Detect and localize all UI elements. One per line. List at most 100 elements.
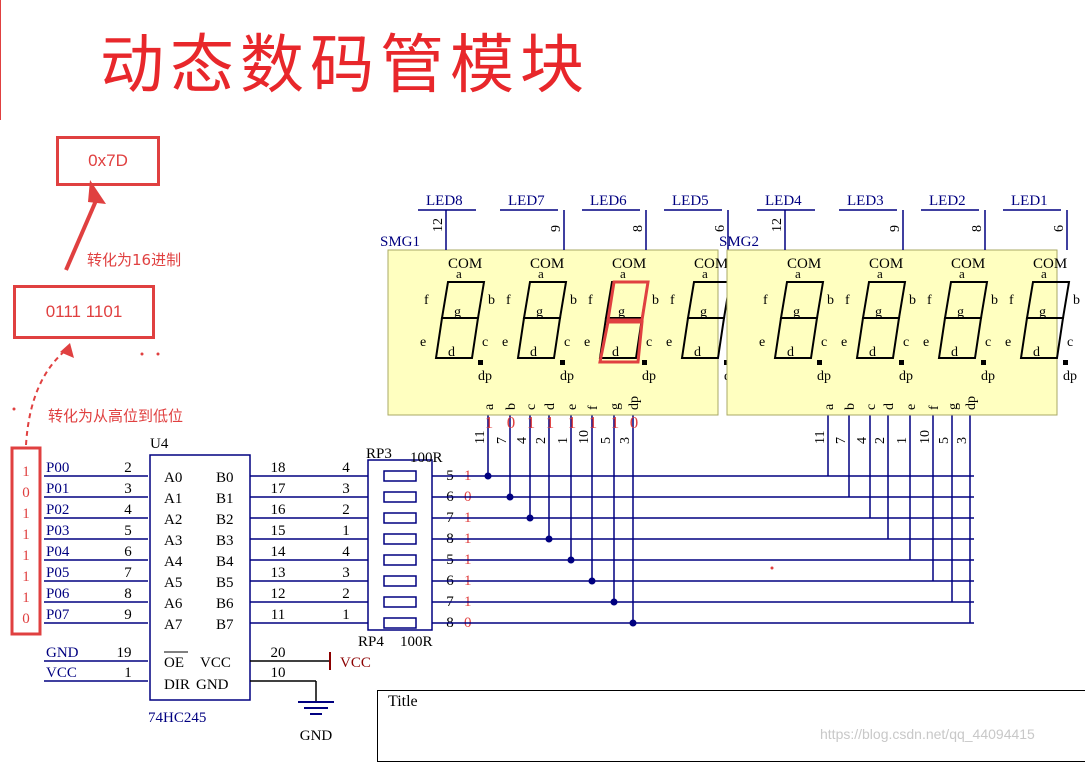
segment-pin-number: 1 (895, 437, 910, 444)
stray-dot (12, 407, 16, 411)
chip-pin-number: 12 (271, 586, 286, 602)
segment-bit-value: 1 (527, 413, 536, 432)
led-net-label: LED7 (508, 193, 545, 209)
digit-com-label: COM (787, 256, 821, 272)
segment-bit-value: 1 (589, 413, 598, 432)
led-net-label: LED3 (847, 193, 884, 209)
digit-seg-label: g (957, 305, 964, 320)
digit-seg-label: b (570, 293, 577, 308)
chip-a-pin: A4 (164, 554, 183, 570)
arrow-to-hex (64, 195, 100, 271)
chip-pin-number: 1 (124, 665, 132, 681)
chip-b-pin: B4 (216, 554, 234, 570)
digit-seg-label: f (506, 293, 511, 308)
com-pin-number: 8 (631, 225, 646, 232)
rp-pin-number: 2 (342, 502, 350, 518)
rp-pin-number: 4 (342, 544, 350, 560)
segment-pin-number: 4 (855, 437, 870, 444)
chip-pin-number: 16 (271, 502, 287, 518)
vcc-net-label: VCC (340, 655, 371, 671)
segment-bit-value: 0 (630, 413, 639, 432)
segment-name-label: d (543, 403, 558, 410)
segment-name-label: b (504, 403, 519, 410)
segment-name-label: a (822, 403, 837, 410)
led-net-label: LED8 (426, 193, 463, 209)
digit-seg-label: dp (560, 369, 574, 384)
resistor (383, 491, 417, 503)
chip-b-pin: B7 (216, 617, 234, 633)
digit-dp-dot (478, 360, 483, 365)
digit-seg-label: f (1009, 293, 1014, 308)
chip-dir-label: DIR (164, 677, 190, 693)
digit-com-label: COM (448, 256, 482, 272)
segment-pin-number: 1 (556, 437, 571, 444)
digit-seg-label: e (923, 335, 929, 350)
chip-pin-number: 3 (124, 481, 132, 497)
digit-dp-dot (981, 360, 986, 365)
chip-pin-number: 18 (271, 460, 286, 476)
digit-dp-dot (560, 360, 565, 365)
led-net-label: LED2 (929, 193, 966, 209)
net-label-p0x: P03 (46, 523, 69, 539)
chip-pin-number: 4 (124, 502, 132, 518)
chip-b-pin: B3 (216, 533, 234, 549)
segment-name-label: g (608, 403, 623, 410)
com-pin-number: 9 (888, 225, 903, 232)
chip-b-pin: B6 (216, 596, 234, 612)
display-designator: SMG2 (719, 234, 759, 250)
segment-pin-number: 3 (955, 437, 970, 444)
digit-com-label: COM (1033, 256, 1067, 272)
led-net-label: LED1 (1011, 193, 1048, 209)
rp4-value: 100R (400, 634, 433, 650)
net-label-p0x: P02 (46, 502, 69, 518)
chip-b-pin: B0 (216, 470, 234, 486)
segment-name-label: c (864, 404, 879, 410)
digit-seg-label: f (927, 293, 932, 308)
segment-pin-number: 2 (534, 437, 549, 444)
rp-pin-number: 1 (342, 607, 350, 623)
chip-pin-number: 14 (271, 544, 287, 560)
arrow-to-binary-head (60, 343, 74, 358)
digit-seg-label: b (827, 293, 834, 308)
net-label-p0x: P01 (46, 481, 69, 497)
resistor (383, 617, 417, 629)
com-pin-number: 6 (1052, 225, 1067, 232)
digit-seg-label: c (985, 335, 991, 350)
resistor (383, 470, 417, 482)
com-pin-number: 6 (713, 225, 728, 232)
digit-seg-label: b (488, 293, 495, 308)
digit-seg-label: b (991, 293, 998, 308)
digit-seg-label: g (1039, 305, 1046, 320)
net-label-gnd: GND (46, 645, 79, 661)
digit-seg-label: d (694, 345, 701, 360)
digit-seg-label: f (670, 293, 675, 308)
watermark: https://blog.csdn.net/qq_44094415 (820, 726, 1035, 742)
net-label-p0x: P04 (46, 544, 70, 560)
digit-seg-label: e (420, 335, 426, 350)
digit-com-label: COM (869, 256, 903, 272)
bit-value: 1 (22, 527, 30, 543)
digit-seg-label: a (959, 266, 965, 281)
resistor (383, 554, 417, 566)
digit-seg-label: g (793, 305, 800, 320)
rp4-designator: RP4 (358, 634, 384, 650)
segment-name-label: e (904, 404, 919, 410)
digit-seg-label: d (787, 345, 794, 360)
stray-dot (770, 566, 774, 570)
digit-com-label: COM (694, 256, 728, 272)
digit-seg-label: b (909, 293, 916, 308)
chip-pin-number: 7 (124, 565, 132, 581)
chip-a-pin: A2 (164, 512, 182, 528)
digit-dp-dot (817, 360, 822, 365)
chip-pin-number: 9 (124, 607, 132, 623)
seven-seg-display-2 (726, 249, 1058, 416)
digit-seg-label: dp (899, 369, 913, 384)
segment-name-label: c (524, 404, 539, 410)
resistor (383, 512, 417, 524)
bit-value: 1 (22, 506, 30, 522)
digit-com-label: COM (612, 256, 646, 272)
display-designator: SMG1 (380, 234, 420, 250)
digit-seg-label: a (1041, 266, 1047, 281)
chip-designator: U4 (150, 436, 169, 452)
led-net-label: LED6 (590, 193, 627, 209)
